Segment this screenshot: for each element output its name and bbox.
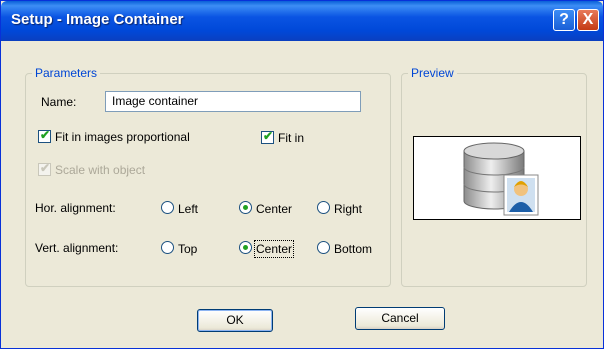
- check-icon: ✔: [40, 128, 51, 142]
- preview-legend: Preview: [408, 66, 457, 80]
- hor-center-label[interactable]: Center: [256, 202, 292, 216]
- setup-dialog: Setup - Image Container ? X Parameters N…: [0, 0, 604, 349]
- hor-center-radio[interactable]: [239, 201, 252, 214]
- vert-alignment-label: Vert. alignment:: [35, 241, 119, 255]
- database-user-icon: [463, 142, 539, 216]
- fit-proportional-checkbox[interactable]: ✔: [38, 128, 51, 143]
- scale-with-object-checkbox: ✔: [38, 161, 51, 176]
- parameters-legend: Parameters: [32, 66, 101, 80]
- hor-right-label[interactable]: Right: [334, 202, 362, 216]
- radio-dot: [243, 205, 248, 210]
- radio-dot: [243, 245, 248, 250]
- vert-top-label[interactable]: Top: [178, 242, 197, 256]
- cancel-button[interactable]: Cancel: [355, 307, 445, 330]
- hor-left-label[interactable]: Left: [178, 202, 198, 216]
- fit-in-label[interactable]: Fit in: [278, 131, 304, 145]
- vert-bottom-label[interactable]: Bottom: [334, 242, 372, 256]
- name-label: Name:: [41, 95, 77, 109]
- help-button[interactable]: ?: [553, 9, 575, 31]
- hor-alignment-label: Hor. alignment:: [35, 201, 116, 215]
- close-button[interactable]: X: [577, 9, 599, 31]
- preview-area: [413, 136, 581, 220]
- scale-with-object-label: Scale with object: [55, 163, 146, 177]
- vert-bottom-radio[interactable]: [317, 241, 330, 254]
- vert-top-radio[interactable]: [161, 241, 174, 254]
- hor-left-radio[interactable]: [161, 201, 174, 214]
- vert-center-radio[interactable]: [239, 241, 252, 254]
- check-icon: ✔: [263, 129, 274, 143]
- title-bar[interactable]: Setup - Image Container ? X: [1, 1, 603, 41]
- hor-right-radio[interactable]: [317, 201, 330, 214]
- window-title: Setup - Image Container: [11, 11, 184, 28]
- check-icon: ✔: [40, 161, 51, 175]
- ok-button[interactable]: OK: [197, 309, 273, 332]
- fit-proportional-label[interactable]: Fit in images proportional: [55, 130, 190, 144]
- vert-center-label[interactable]: Center: [253, 240, 295, 258]
- name-input[interactable]: Image container: [105, 91, 361, 112]
- fit-in-checkbox[interactable]: ✔: [261, 129, 274, 144]
